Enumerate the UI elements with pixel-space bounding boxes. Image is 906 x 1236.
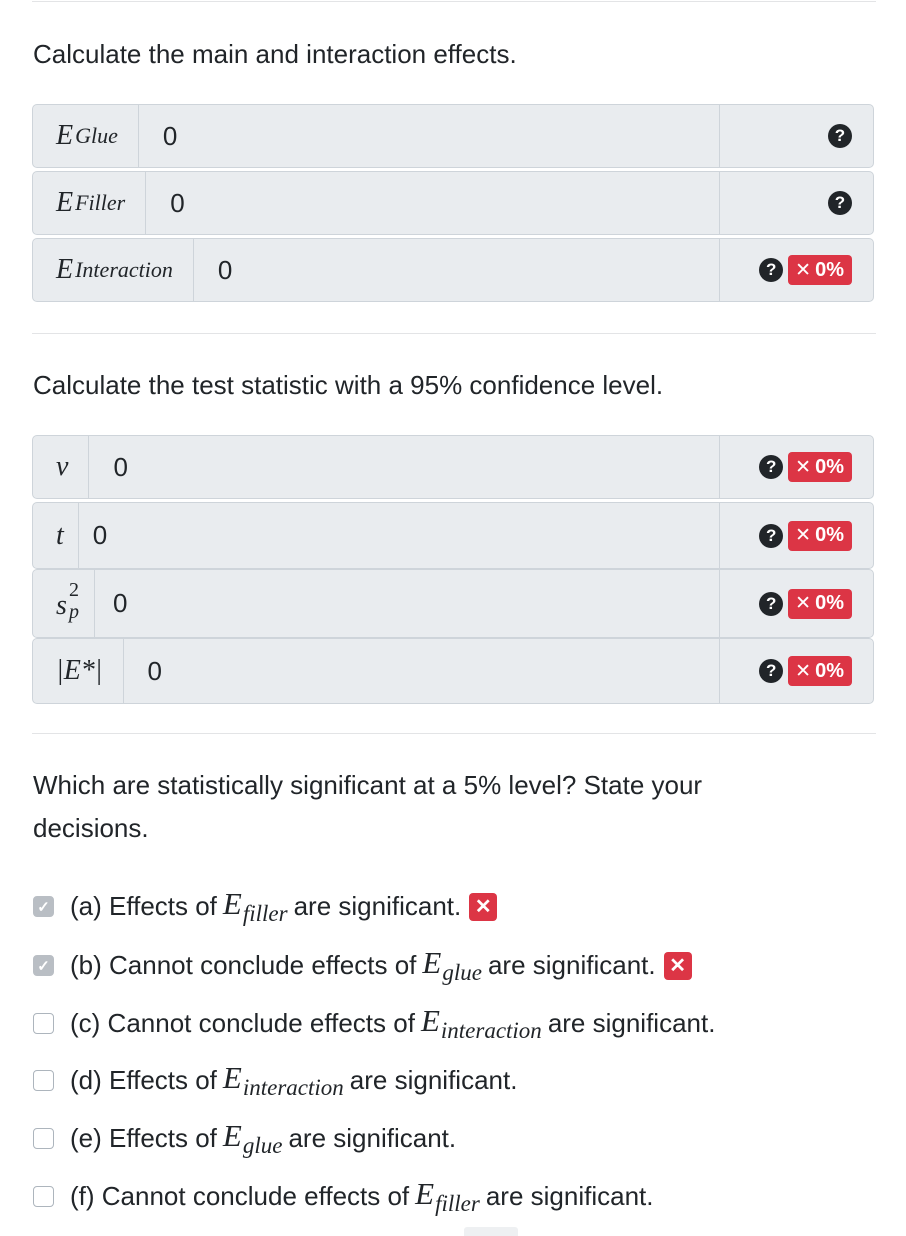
option-c[interactable]: (c) Cannot conclude effects of Einteract… (33, 1003, 715, 1044)
incorrect-icon: ✕ (663, 951, 692, 980)
math-e-filler: Efiller (415, 1176, 480, 1216)
score-badge: ✕ 0% (788, 255, 852, 285)
e-interaction-feedback: ? ✕ 0% (719, 239, 873, 301)
section3-prompt-line1: Which are statistically significant at a… (33, 770, 703, 800)
submit-button-edge[interactable] (464, 1227, 518, 1236)
score-badge: ✕ 0% (788, 588, 852, 619)
help-icon[interactable]: ? (759, 258, 784, 282)
t-value[interactable]: 0 (79, 503, 719, 568)
checkbox[interactable]: ✓ (33, 955, 54, 976)
nu-feedback: ? ✕ 0% (719, 436, 873, 498)
top-divider (32, 1, 876, 2)
option-d[interactable]: (d) Effects of Einteraction are signific… (33, 1060, 517, 1101)
input-e-filler[interactable]: E Filler 0 ? (32, 171, 874, 235)
math-e-glue: Eglue (422, 945, 482, 985)
section-divider (32, 733, 876, 734)
e-glue-label: E Glue (33, 105, 139, 167)
option-f[interactable]: (f) Cannot conclude effects of Efiller a… (33, 1176, 653, 1217)
e-star-label: |E*| (33, 639, 124, 703)
e-star-value[interactable]: 0 (124, 639, 720, 703)
close-icon: ✕ (795, 259, 812, 281)
section2-prompt: Calculate the test statistic with a 95% … (33, 370, 664, 400)
e-filler-value[interactable]: 0 (146, 172, 719, 234)
e-glue-feedback: ? (719, 105, 873, 167)
nu-value[interactable]: 0 (89, 436, 719, 498)
option-a[interactable]: ✓ (a) Effects of Efiller are significant… (33, 886, 498, 927)
help-icon[interactable]: ? (759, 523, 784, 548)
option-e[interactable]: (e) Effects of Eglue are significant. (33, 1118, 456, 1159)
checkbox[interactable] (33, 1186, 54, 1207)
option-b[interactable]: ✓ (b) Cannot conclude effects of Eglue a… (33, 945, 692, 986)
sp2-label: s 2 p (33, 570, 95, 637)
nu-label: ν (33, 436, 90, 498)
incorrect-icon: ✕ (469, 892, 498, 921)
section1-prompt: Calculate the main and interaction effec… (33, 39, 517, 69)
e-filler-feedback: ? (719, 172, 873, 234)
input-e-interaction[interactable]: E Interaction 0 ? ✕ 0% (32, 238, 874, 302)
close-icon: ✕ (795, 456, 812, 478)
help-icon[interactable]: ? (759, 659, 784, 683)
help-icon[interactable]: ? (759, 455, 784, 479)
close-icon: ✕ (795, 525, 812, 546)
help-icon[interactable]: ? (828, 191, 852, 215)
checkbox[interactable] (33, 1128, 54, 1149)
input-t[interactable]: t 0 ? ✕ 0% (32, 502, 874, 569)
e-star-feedback: ? ✕ 0% (719, 639, 873, 703)
checkbox[interactable] (33, 1070, 54, 1091)
help-icon[interactable]: ? (828, 124, 852, 148)
input-e-glue[interactable]: E Glue 0 ? (32, 104, 874, 168)
score-badge: ✕ 0% (788, 452, 852, 482)
math-e-interaction: Einteraction (420, 1003, 542, 1043)
math-e-glue: Eglue (222, 1118, 283, 1158)
section3-prompt-line2: decisions. (33, 813, 149, 843)
score-badge: ✕ 0% (788, 520, 852, 551)
input-nu[interactable]: ν 0 ? ✕ 0% (32, 435, 874, 499)
e-interaction-label: E Interaction (33, 239, 194, 301)
math-e-filler: Efiller (222, 886, 288, 926)
math-e-interaction: Einteraction (222, 1060, 344, 1100)
checkbox[interactable] (33, 1013, 54, 1034)
e-glue-value[interactable]: 0 (139, 105, 719, 167)
close-icon: ✕ (795, 660, 812, 682)
input-e-star[interactable]: |E*| 0 ? ✕ 0% (32, 638, 874, 704)
checkbox[interactable]: ✓ (33, 896, 54, 917)
t-label: t (33, 503, 79, 568)
t-feedback: ? ✕ 0% (719, 503, 873, 568)
help-icon[interactable]: ? (759, 591, 784, 616)
sp2-feedback: ? ✕ 0% (719, 570, 873, 637)
close-icon: ✕ (795, 593, 812, 614)
score-badge: ✕ 0% (788, 656, 852, 686)
input-sp2[interactable]: s 2 p 0 ? ✕ 0% (32, 569, 874, 638)
e-interaction-value[interactable]: 0 (194, 239, 719, 301)
sp2-value[interactable]: 0 (95, 570, 719, 637)
e-filler-label: E Filler (33, 172, 147, 234)
section-divider (32, 333, 876, 334)
